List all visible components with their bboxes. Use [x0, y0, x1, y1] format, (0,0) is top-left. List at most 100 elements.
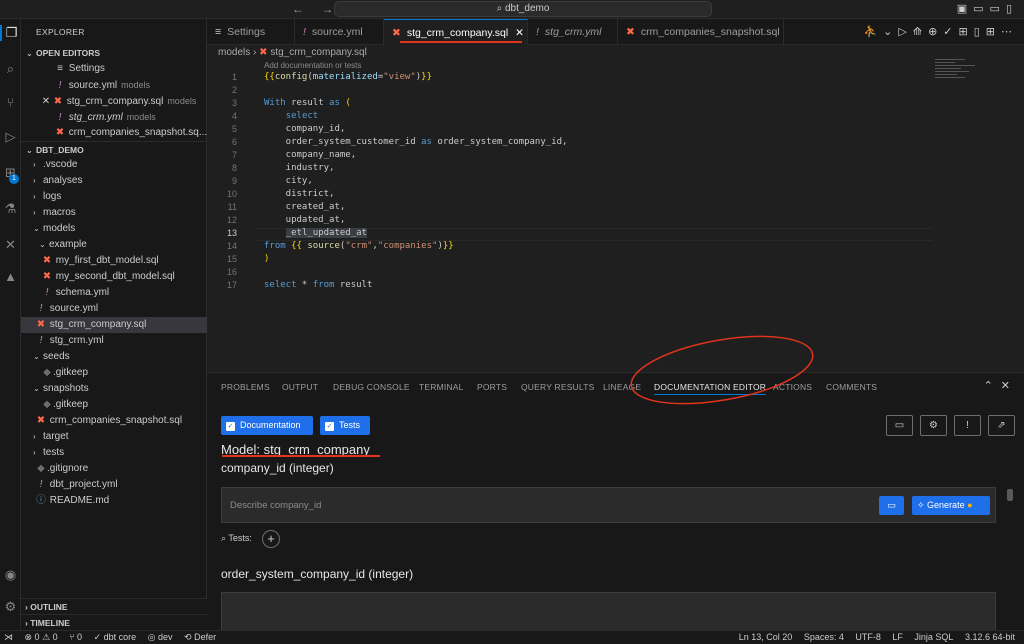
search-icon[interactable]: ⌕ [0, 61, 21, 77]
language-mode[interactable]: Jinja SQL [914, 632, 953, 642]
back-arrow-icon[interactable]: ← [292, 2, 304, 16]
tests-toggle-button[interactable]: ✓ Tests [320, 416, 370, 435]
extensions-icon[interactable]: ⊞ 1 [0, 165, 21, 184]
tab-source-yml[interactable]: ! source.yml [295, 19, 384, 45]
tab-stg-crm-yml[interactable]: ! stg_crm.yml [528, 19, 618, 45]
open-editor-stg-crm-yml[interactable]: ! stg_crm.yml models [21, 109, 207, 125]
forward-arrow-icon[interactable]: → [321, 2, 333, 16]
source-control-icon[interactable]: ⑂ [0, 95, 21, 110]
panel-tab-comments[interactable]: COMMENTS [826, 382, 877, 392]
open-editor-settings[interactable]: ≡ Settings [21, 61, 207, 77]
tree-item[interactable]: ! dbt_project.yml [21, 477, 207, 493]
end-of-line[interactable]: LF [892, 632, 903, 642]
share-icon[interactable]: ⇗ [988, 415, 1015, 436]
panel-scrollbar[interactable] [1007, 489, 1013, 501]
tree-item[interactable]: ! source.yml [21, 301, 207, 317]
code-editor[interactable]: models › ✖ stg_crm_company.sql Add docum… [207, 45, 1024, 372]
remote-icon[interactable]: ⋊ [4, 632, 13, 642]
panel-tab-ports[interactable]: PORTS [477, 382, 507, 392]
chat-icon[interactable]: ▭ [879, 496, 904, 515]
tree-item[interactable]: ⌄ snapshots [21, 381, 207, 397]
explorer-sidebar: EXPLORER ⌄ OPEN EDITORS ≡ Settings ! sour… [21, 19, 207, 630]
panel-tab-output[interactable]: OUTPUT [282, 382, 318, 392]
python-interpreter[interactable]: 3.12.6 64-bit [965, 632, 1015, 642]
command-center-search[interactable]: ⌕ dbt_demo [334, 1, 712, 17]
tree-item[interactable]: ⌄ example [21, 237, 207, 253]
yaml-icon: ! [58, 112, 62, 123]
tree-item[interactable]: ✖ crm_companies_snapshot.sql [21, 413, 207, 429]
editor-actions-toolbar[interactable]: ⛹⌄▷⟰⊕✓⊞▯⊞⋯ [863, 25, 1018, 38]
documentation-toggle-button[interactable]: ✓ Documentation [221, 416, 313, 435]
dbt-power-user-icon[interactable]: ✕ [0, 237, 21, 253]
dbt-file-icon: ✖ [36, 415, 46, 426]
yaml-icon: ! [39, 479, 43, 490]
tree-item[interactable]: › analyses [21, 173, 207, 189]
encoding[interactable]: UTF-8 [855, 632, 881, 642]
panel-tab-debug-console[interactable]: DEBUG CONSOLE [333, 382, 410, 392]
target-env-status[interactable]: ◎ dev [148, 632, 173, 642]
close-icon: ✕ [41, 96, 51, 107]
tab-crm-snapshot[interactable]: ✖ crm_companies_snapshot.sql [618, 19, 784, 45]
tab-settings[interactable]: ≡ Settings [207, 19, 295, 45]
tree-item[interactable]: ⓘ README.md [21, 493, 207, 509]
breadcrumb[interactable]: models › ✖ stg_crm_company.sql [218, 47, 367, 58]
tree-item[interactable]: ✖ my_first_dbt_model.sql [21, 253, 207, 269]
dbt-core-status[interactable]: ✓ dbt core [94, 632, 137, 642]
comment-icon[interactable]: ▭ [886, 415, 913, 436]
tree-item[interactable]: ! schema.yml [21, 285, 207, 301]
feedback-icon[interactable]: ! [954, 415, 981, 436]
outline-section[interactable]: › OUTLINE [21, 598, 207, 614]
manage-gear-icon[interactable]: ⚙ [0, 599, 21, 615]
account-icon[interactable]: ◉ [0, 567, 21, 583]
cursor-position[interactable]: Ln 13, Col 20 [739, 632, 793, 642]
indentation[interactable]: Spaces: 4 [804, 632, 844, 642]
run-debug-icon[interactable]: ▷ [0, 129, 21, 145]
project-section[interactable]: ⌄ DBT_DEMO [21, 141, 207, 157]
tree-item[interactable]: ⌄ seeds [21, 349, 207, 365]
tree-item[interactable]: › logs [21, 189, 207, 205]
codelens-add-docs[interactable]: Add documentation or tests [264, 61, 361, 70]
description-textarea[interactable] [221, 592, 996, 632]
panel-tab-query-results[interactable]: QUERY RESULTS [521, 382, 594, 392]
explorer-title: EXPLORER [36, 27, 85, 37]
add-test-icon[interactable]: + [262, 530, 280, 548]
tree-item[interactable]: › target [21, 429, 207, 445]
panel-tab-problems[interactable]: PROBLEMS [221, 382, 270, 392]
timeline-section[interactable]: › TIMELINE [21, 614, 207, 630]
ports-status[interactable]: ⑂ 0 [69, 632, 82, 642]
defer-status[interactable]: ⟲ Defer [184, 632, 216, 642]
description-textarea[interactable]: Describe company_id ▭ ✧ Generate ● [221, 487, 996, 523]
annotation-circle [630, 335, 814, 405]
panel-controls[interactable]: ⌃✕ [984, 379, 1018, 392]
tree-item[interactable]: ◆ .gitkeep [21, 397, 207, 413]
tree-item[interactable]: › macros [21, 205, 207, 221]
open-editor-source-yml[interactable]: ! source.yml models [21, 77, 207, 93]
tree-item[interactable]: ! stg_crm.yml [21, 333, 207, 349]
tree-item[interactable]: ◆ .gitignore [21, 461, 207, 477]
tree-item[interactable]: ◆ .gitkeep [21, 365, 207, 381]
settings-gear-icon[interactable]: ⚙ [920, 415, 947, 436]
minimap[interactable] [935, 59, 995, 99]
accounts-mountain-icon[interactable]: ▲ [0, 269, 21, 284]
problems-status[interactable]: ⊗ 0 ⚠ 0 [25, 632, 58, 642]
description-placeholder: Describe company_id [230, 500, 322, 511]
tree-item[interactable]: › .vscode [21, 157, 207, 173]
dbt-file-icon: ✖ [42, 271, 52, 282]
open-editors-section[interactable]: ⌄ OPEN EDITORS [21, 45, 207, 61]
explorer-icon[interactable]: ❐ [0, 25, 21, 41]
tree-item[interactable]: › tests [21, 445, 207, 461]
testing-icon[interactable]: ⚗ [0, 201, 21, 217]
tree-item-selected[interactable]: ✖ stg_crm_company.sql [21, 317, 207, 333]
tree-item[interactable]: ✖ my_second_dbt_model.sql [21, 269, 207, 285]
generate-button[interactable]: ✧ Generate ● [912, 496, 990, 515]
open-editor-stg-crm-company[interactable]: ✕ ✖ stg_crm_company.sql models [21, 93, 207, 109]
dbt-file-icon: ✖ [55, 127, 65, 138]
tree-item[interactable]: ⌄ models [21, 221, 207, 237]
panel-tab-terminal[interactable]: TERMINAL [419, 382, 464, 392]
code-line-15: ) [264, 254, 270, 264]
layout-controls-icon[interactable]: ▣▭▭▯ [957, 2, 1018, 15]
code-line-9: city, [264, 176, 313, 186]
dotfile-icon: ◆ [43, 399, 51, 410]
open-editor-snapshot[interactable]: ✖ crm_companies_snapshot.sq... [21, 125, 207, 141]
bottom-panel: PROBLEMS OUTPUT DEBUG CONSOLE TERMINAL P… [207, 372, 1024, 632]
